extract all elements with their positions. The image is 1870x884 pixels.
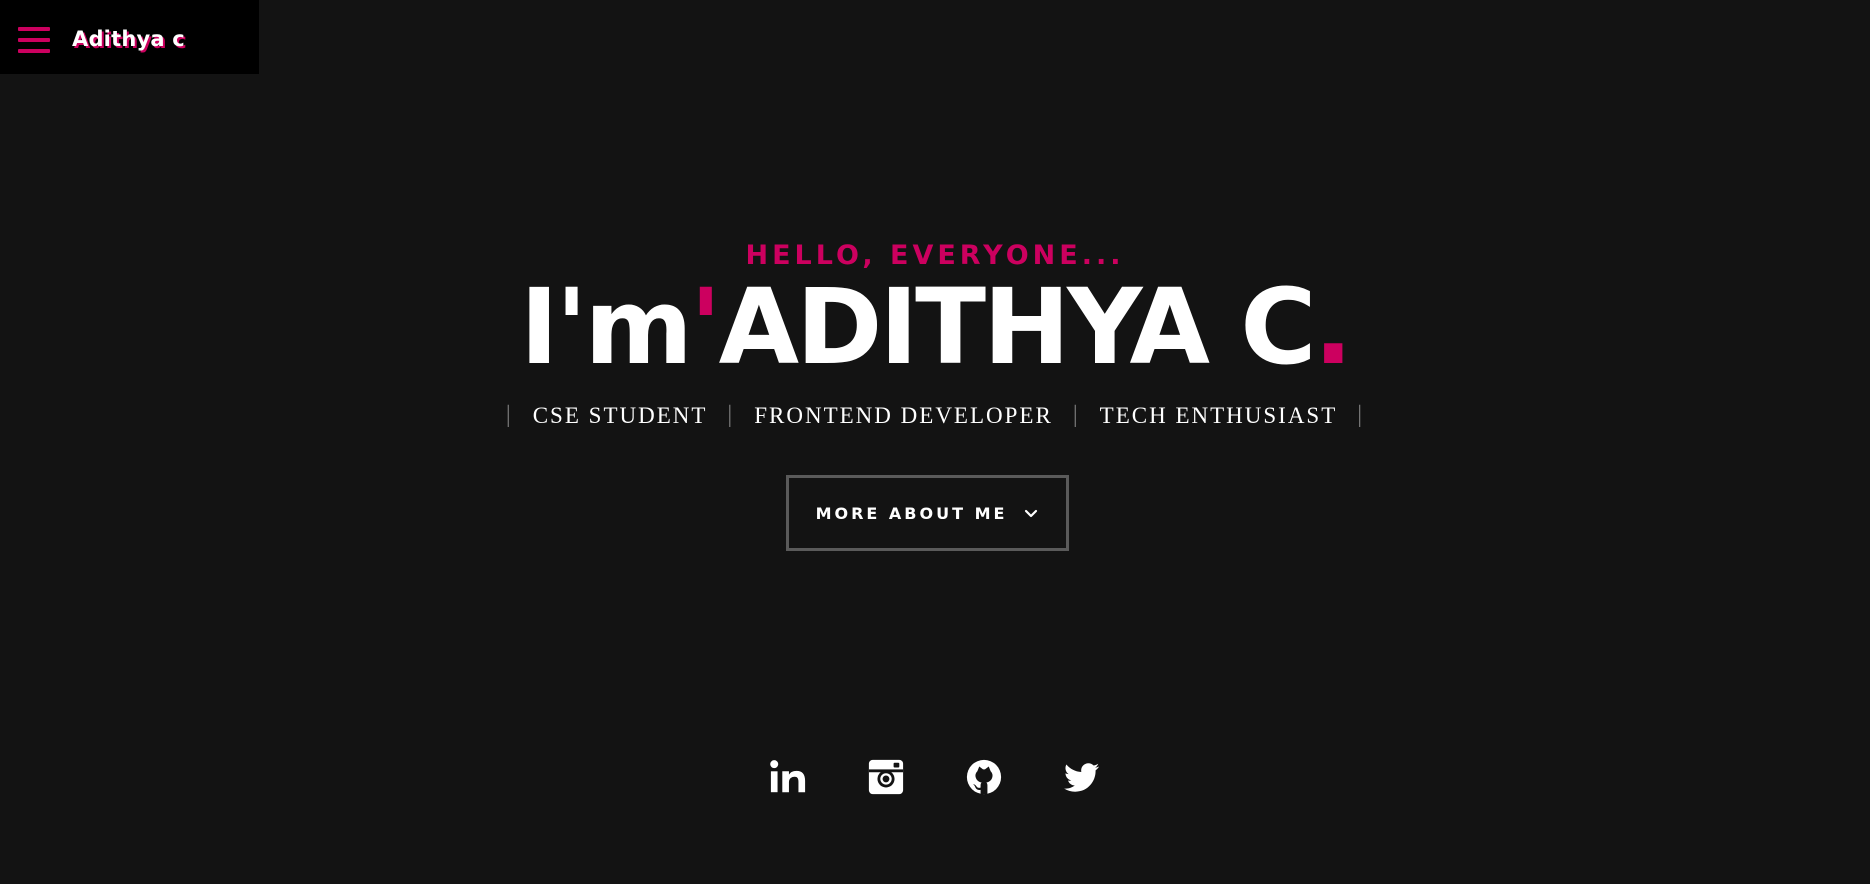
headline-dot: . — [1313, 266, 1353, 388]
role-item: CSE STUDENT — [532, 402, 708, 428]
headline-apostrophe: ' — [689, 266, 722, 388]
github-icon[interactable] — [965, 758, 1003, 796]
role-separator: | — [505, 402, 513, 428]
hero-section: HELLO, EVERYONE... I'm'ADITHYA C. | CSE … — [0, 0, 1870, 884]
role-item: FRONTEND DEVELOPER — [754, 402, 1053, 428]
role-item: TECH ENTHUSIAST — [1099, 402, 1338, 428]
more-about-me-label: MORE ABOUT ME — [815, 503, 1008, 523]
headline-prefix: I'm — [519, 266, 693, 388]
hero-headline: I'm'ADITHYA C. — [0, 266, 1870, 388]
more-about-me-button[interactable]: MORE ABOUT ME — [786, 475, 1069, 551]
linkedin-icon[interactable] — [769, 758, 807, 796]
twitter-icon[interactable] — [1063, 758, 1101, 796]
role-separator: | — [1072, 402, 1080, 428]
headline-name: ADITHYA C — [718, 266, 1317, 388]
role-separator: | — [1357, 402, 1365, 428]
role-separator: | — [727, 402, 735, 428]
social-links — [0, 758, 1870, 796]
chevron-down-icon — [1025, 509, 1038, 518]
roles-list: | CSE STUDENT | FRONTEND DEVELOPER | TEC… — [0, 402, 1870, 429]
instagram-icon[interactable] — [867, 758, 905, 796]
